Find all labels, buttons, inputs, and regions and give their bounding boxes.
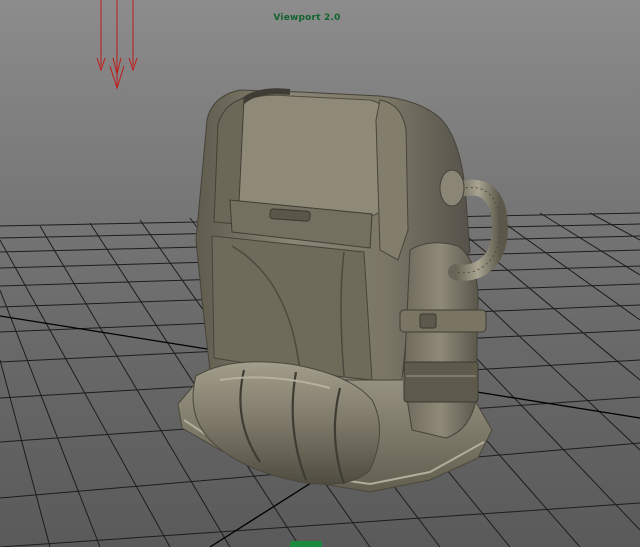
viewport-scene[interactable]: [0, 0, 640, 547]
backpack-mesh[interactable]: [177, 88, 508, 493]
hud-tab-icon[interactable]: [290, 541, 322, 547]
viewport-panel[interactable]: Viewport 2.0: [0, 0, 640, 547]
viewport-title: Viewport 2.0: [273, 13, 341, 23]
